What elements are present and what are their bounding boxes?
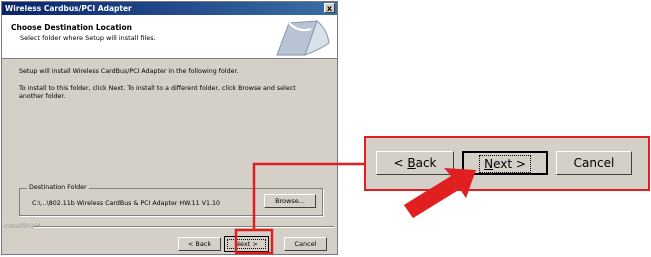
arrow-icon xyxy=(404,168,476,218)
arrow-overlay xyxy=(404,168,476,218)
